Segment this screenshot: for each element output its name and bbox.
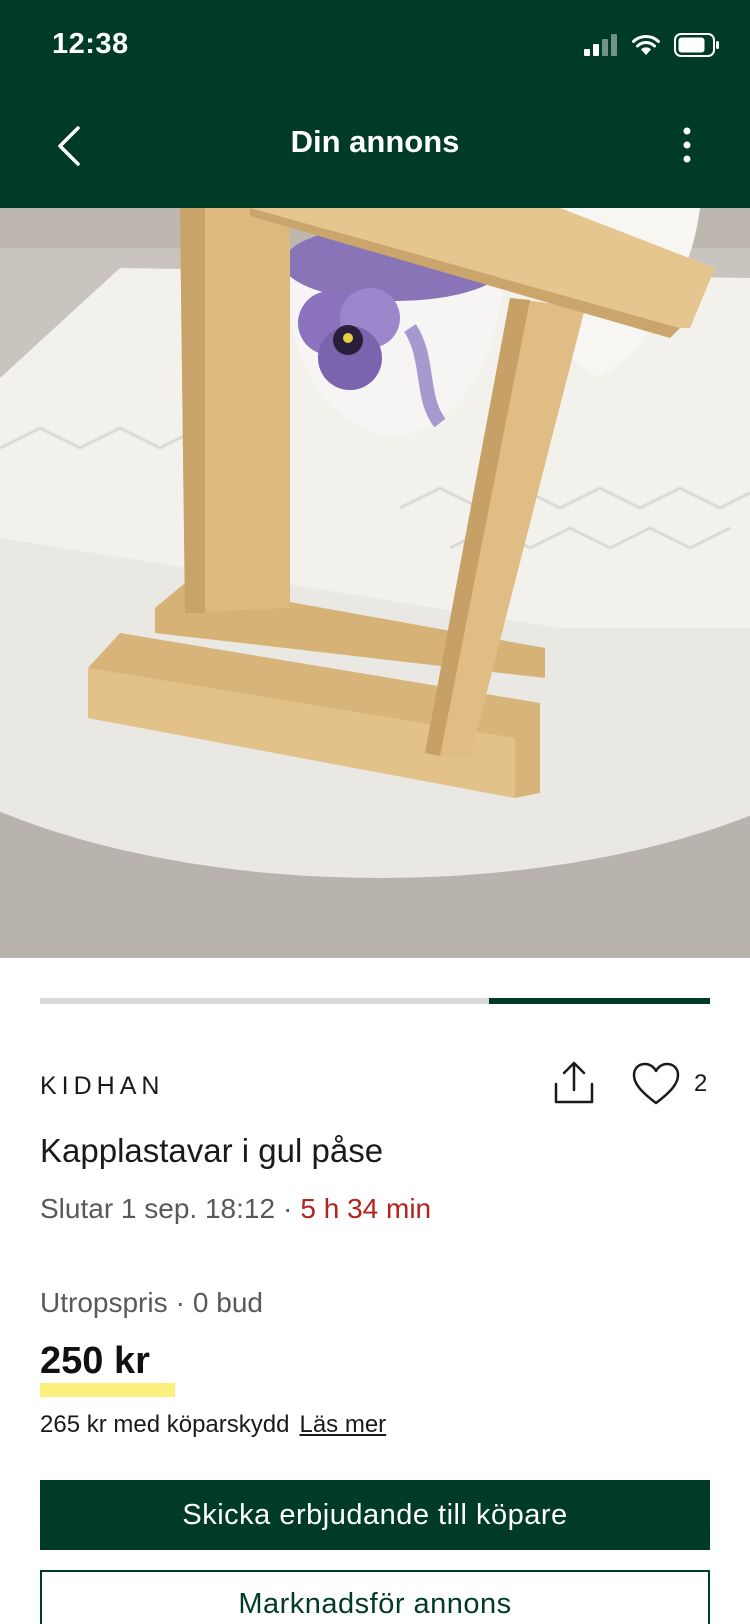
product-image (0, 208, 750, 958)
app-header: 12:38 Din annons (0, 0, 750, 208)
bid-count: 0 bud (192, 1287, 263, 1318)
time-remaining: 5 h 34 min (300, 1193, 432, 1224)
heart-icon (632, 1062, 680, 1105)
price-type: Utropspris (40, 1287, 168, 1318)
gallery-progress-fill (488, 998, 710, 1004)
listing-title: Kapplastavar i gul påse (40, 1132, 384, 1169)
listing-photo[interactable] (0, 208, 750, 958)
price: 250 kr (40, 1340, 150, 1382)
battery-icon (674, 33, 719, 57)
promote-listing-button[interactable]: Marknadsför annons (40, 1570, 710, 1624)
price-highlight (40, 1383, 175, 1397)
more-vertical-icon (683, 127, 691, 163)
seller-name[interactable]: KIDHAN (40, 1072, 164, 1101)
end-time: Slutar 1 sep. 18:12 (40, 1193, 276, 1224)
page-title: Din annons (290, 124, 460, 159)
separator: · (283, 1193, 293, 1224)
price-info: Utropspris · 0 bud (40, 1287, 263, 1319)
signal-icon (584, 34, 617, 56)
more-options-button[interactable] (672, 120, 702, 170)
send-offer-button[interactable]: Skicka erbjudande till köpare (40, 1480, 710, 1550)
favorite-count: 2 (694, 1070, 708, 1097)
share-icon (554, 1061, 594, 1104)
separator: · (175, 1287, 185, 1318)
auction-end: Slutar 1 sep. 18:12 · 5 h 34 min (40, 1193, 431, 1225)
status-icons (584, 32, 720, 58)
read-more-link[interactable]: Läs mer (299, 1411, 386, 1438)
favorite-button[interactable] (632, 1062, 680, 1106)
buyer-protection-text: 265 kr med köparskydd (40, 1411, 290, 1438)
gallery-progress (40, 998, 710, 1004)
share-button[interactable] (552, 1060, 596, 1106)
status-time: 12:38 (52, 28, 129, 60)
buyer-protection: 265 kr med köparskydd Läs mer (40, 1411, 386, 1439)
wifi-icon (632, 34, 660, 55)
